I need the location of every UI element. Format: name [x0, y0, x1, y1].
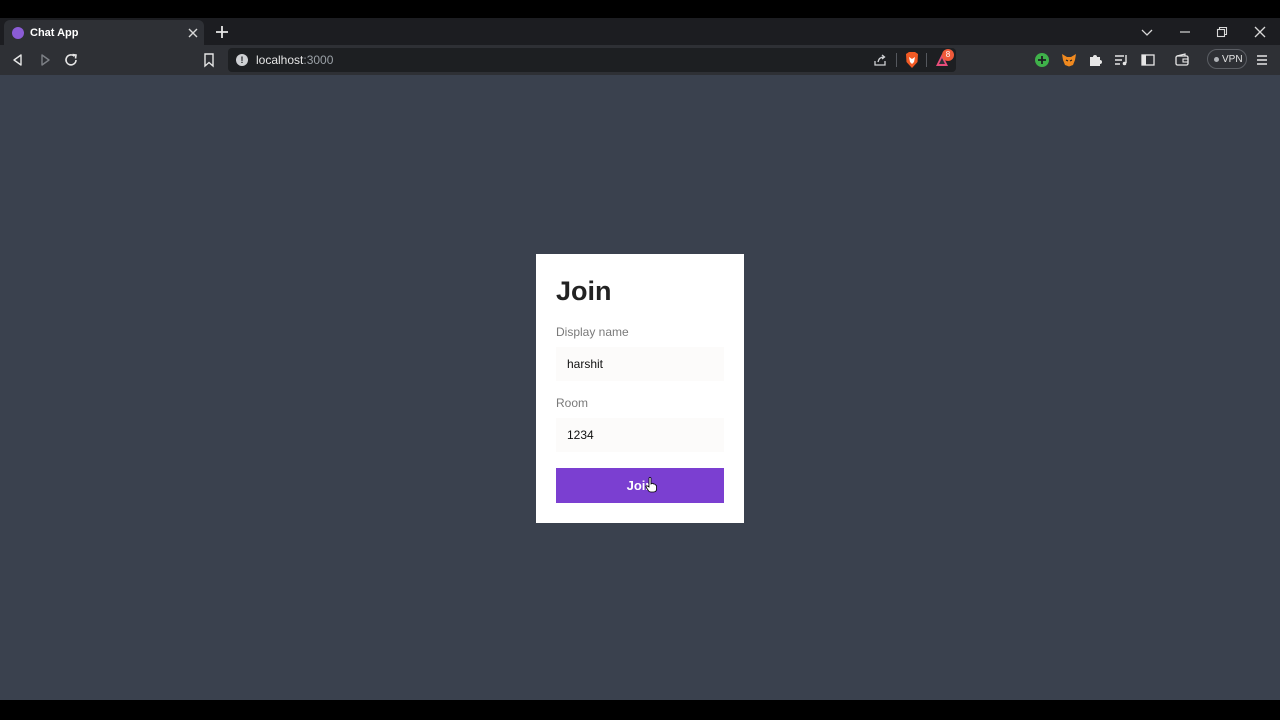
chevron-down-icon[interactable]	[1140, 25, 1154, 39]
browser-toolbar: ! localhost:3000 8 VPN	[0, 45, 1280, 75]
vpn-label: VPN	[1222, 54, 1243, 65]
hand-cursor-icon	[645, 477, 657, 493]
vpn-button[interactable]: VPN	[1207, 49, 1247, 69]
address-url: localhost:3000	[256, 53, 333, 67]
tab-favicon-icon	[12, 27, 24, 39]
tab-chat-app[interactable]: Chat App	[4, 20, 204, 45]
tab-strip: Chat App	[0, 18, 1280, 45]
vpn-status-dot	[1214, 57, 1219, 62]
back-icon[interactable]	[10, 52, 26, 68]
join-card: Join Display name Room Join	[536, 254, 744, 523]
display-name-label: Display name	[556, 325, 629, 339]
metamask-fox-icon[interactable]	[1061, 52, 1077, 68]
room-label: Room	[556, 396, 589, 410]
extensions-puzzle-icon[interactable]	[1087, 52, 1103, 68]
divider	[926, 53, 927, 67]
room-input[interactable]	[556, 418, 724, 452]
site-info-icon[interactable]: !	[236, 54, 248, 66]
bookmark-icon[interactable]	[201, 52, 217, 68]
reload-icon[interactable]	[63, 52, 79, 68]
wallet-icon[interactable]	[1174, 52, 1190, 68]
join-button[interactable]: Join	[556, 468, 724, 503]
sidebar-toggle-icon[interactable]	[1140, 52, 1156, 68]
brave-shields-icon[interactable]	[904, 51, 920, 69]
extension-plus-icon[interactable]	[1034, 52, 1050, 68]
window-close-icon[interactable]	[1253, 25, 1267, 39]
display-name-input[interactable]	[556, 347, 724, 381]
new-tab-icon[interactable]	[214, 24, 230, 40]
restore-icon[interactable]	[1215, 25, 1229, 39]
address-host: localhost	[256, 53, 304, 67]
minimize-icon[interactable]	[1178, 25, 1192, 39]
tab-title: Chat App	[30, 27, 79, 39]
close-icon[interactable]	[186, 26, 200, 40]
forward-icon[interactable]	[37, 52, 53, 68]
address-bar[interactable]: ! localhost:3000 8	[228, 48, 956, 72]
address-port: :3000	[303, 53, 334, 67]
rewards-badge: 8	[942, 49, 954, 61]
screen: Chat App ! localhost:3000 8 VPN Join Dis…	[0, 0, 1280, 720]
divider	[896, 53, 897, 67]
menu-icon[interactable]	[1254, 52, 1270, 68]
join-heading: Join	[556, 276, 612, 306]
page-viewport: Join Display name Room Join	[0, 75, 1280, 700]
share-icon[interactable]	[872, 52, 888, 68]
media-playlist-icon[interactable]	[1113, 52, 1129, 68]
